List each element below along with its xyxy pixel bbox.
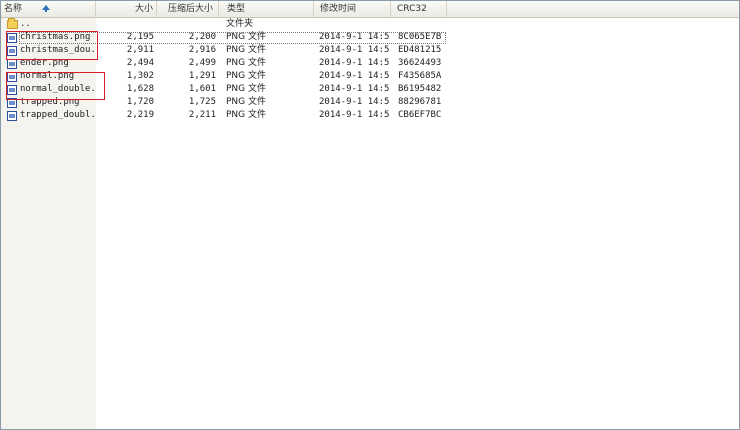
cell-modified: 2014-9-1 14:57 (319, 84, 389, 94)
cell-packed: 2,916 (188, 45, 216, 55)
cell-name: trapped_doubl... (20, 110, 96, 120)
red-annotation-box-christmas (6, 31, 98, 60)
cell-modified: 2014-9-1 14:57 (319, 58, 389, 68)
cell-packed (157, 18, 216, 31)
file-row[interactable]: normal.png 1,302 1,291 PNG 文件 2014-9-1 14:57… (1, 70, 739, 83)
cell-size (96, 18, 154, 31)
cell-packed: 1,291 (188, 71, 216, 81)
png-file-icon (7, 59, 17, 69)
cell-type: PNG 文件 (226, 97, 266, 107)
column-header-name[interactable]: 名称 (1, 1, 96, 17)
folder-up-icon (7, 18, 18, 29)
cell-modified: 2014-9-1 14:57 (319, 71, 389, 81)
cell-packed: 1,725 (188, 97, 216, 107)
cell-crc: F435685A (398, 71, 442, 81)
cell-size: 2,219 (126, 110, 154, 120)
column-header-bar: 名称 大小 压缩后大小 类型 修改时间 CRC32 (1, 1, 739, 18)
file-row[interactable]: christmas_dou...2,9112,916PNG 文件2014-9-1… (1, 44, 739, 57)
red-annotation-box-normal (6, 72, 105, 100)
cell-type: PNG 文件 (226, 58, 266, 68)
cell-type: PNG 文件 (226, 45, 266, 55)
column-header-packed-size[interactable]: 压缩后大小 (157, 1, 219, 17)
column-header-name-label: 名称 (4, 4, 23, 14)
cell-modified (319, 18, 389, 31)
cell-crc: 88296781 (398, 97, 442, 107)
cell-modified: 2014-9-1 14:57 (319, 97, 389, 107)
cell-crc: ED481215 (398, 45, 442, 55)
column-header-crc32[interactable]: CRC32 (391, 1, 447, 17)
cell-name: .. (20, 19, 31, 29)
cell-modified: 2014-9-1 14:57 (319, 45, 389, 55)
file-row[interactable]: trapped_doubl... 2,219 2,211 PNG 文件 2014-9-1… (1, 109, 739, 122)
parent-folder-row[interactable]: .. 文件夹 (1, 18, 739, 31)
cell-type: PNG 文件 (226, 84, 266, 94)
cell-modified: 2014-9-1 14:57 (319, 110, 389, 120)
cell-crc: B6195482 (398, 84, 442, 94)
file-row[interactable]: trapped.png 1,720 1,725 PNG 文件 2014-9-1 14:5… (1, 96, 739, 109)
cell-type: PNG 文件 (226, 110, 266, 120)
cell-type: 文件夹 (226, 19, 254, 29)
cell-crc: 36624493 (398, 58, 442, 68)
cell-size: 2,911 (126, 45, 154, 55)
column-header-size[interactable]: 大小 (96, 1, 157, 17)
cell-crc (398, 18, 448, 31)
column-header-modified[interactable]: 修改时间 (314, 1, 391, 17)
cell-packed: 2,499 (188, 58, 216, 68)
cell-packed: 2,211 (188, 110, 216, 120)
file-row[interactable]: normal_double...1,6281,601PNG 文件2014-9-1… (1, 83, 739, 96)
cell-type: PNG 文件 (226, 71, 266, 81)
cell-packed: 1,601 (188, 84, 216, 94)
cell-crc: CB6EF7BC (398, 110, 442, 120)
png-file-icon (7, 111, 17, 121)
file-list-window: 名称 大小 压缩后大小 类型 修改时间 CRC32 .. 文件夹 christmas… (0, 0, 740, 430)
column-header-type[interactable]: 类型 (219, 1, 314, 17)
file-row[interactable]: ender.png 2,494 2,499 PNG 文件 2014-9-1 14:57 3… (1, 57, 739, 70)
cell-size: 2,494 (126, 58, 154, 68)
